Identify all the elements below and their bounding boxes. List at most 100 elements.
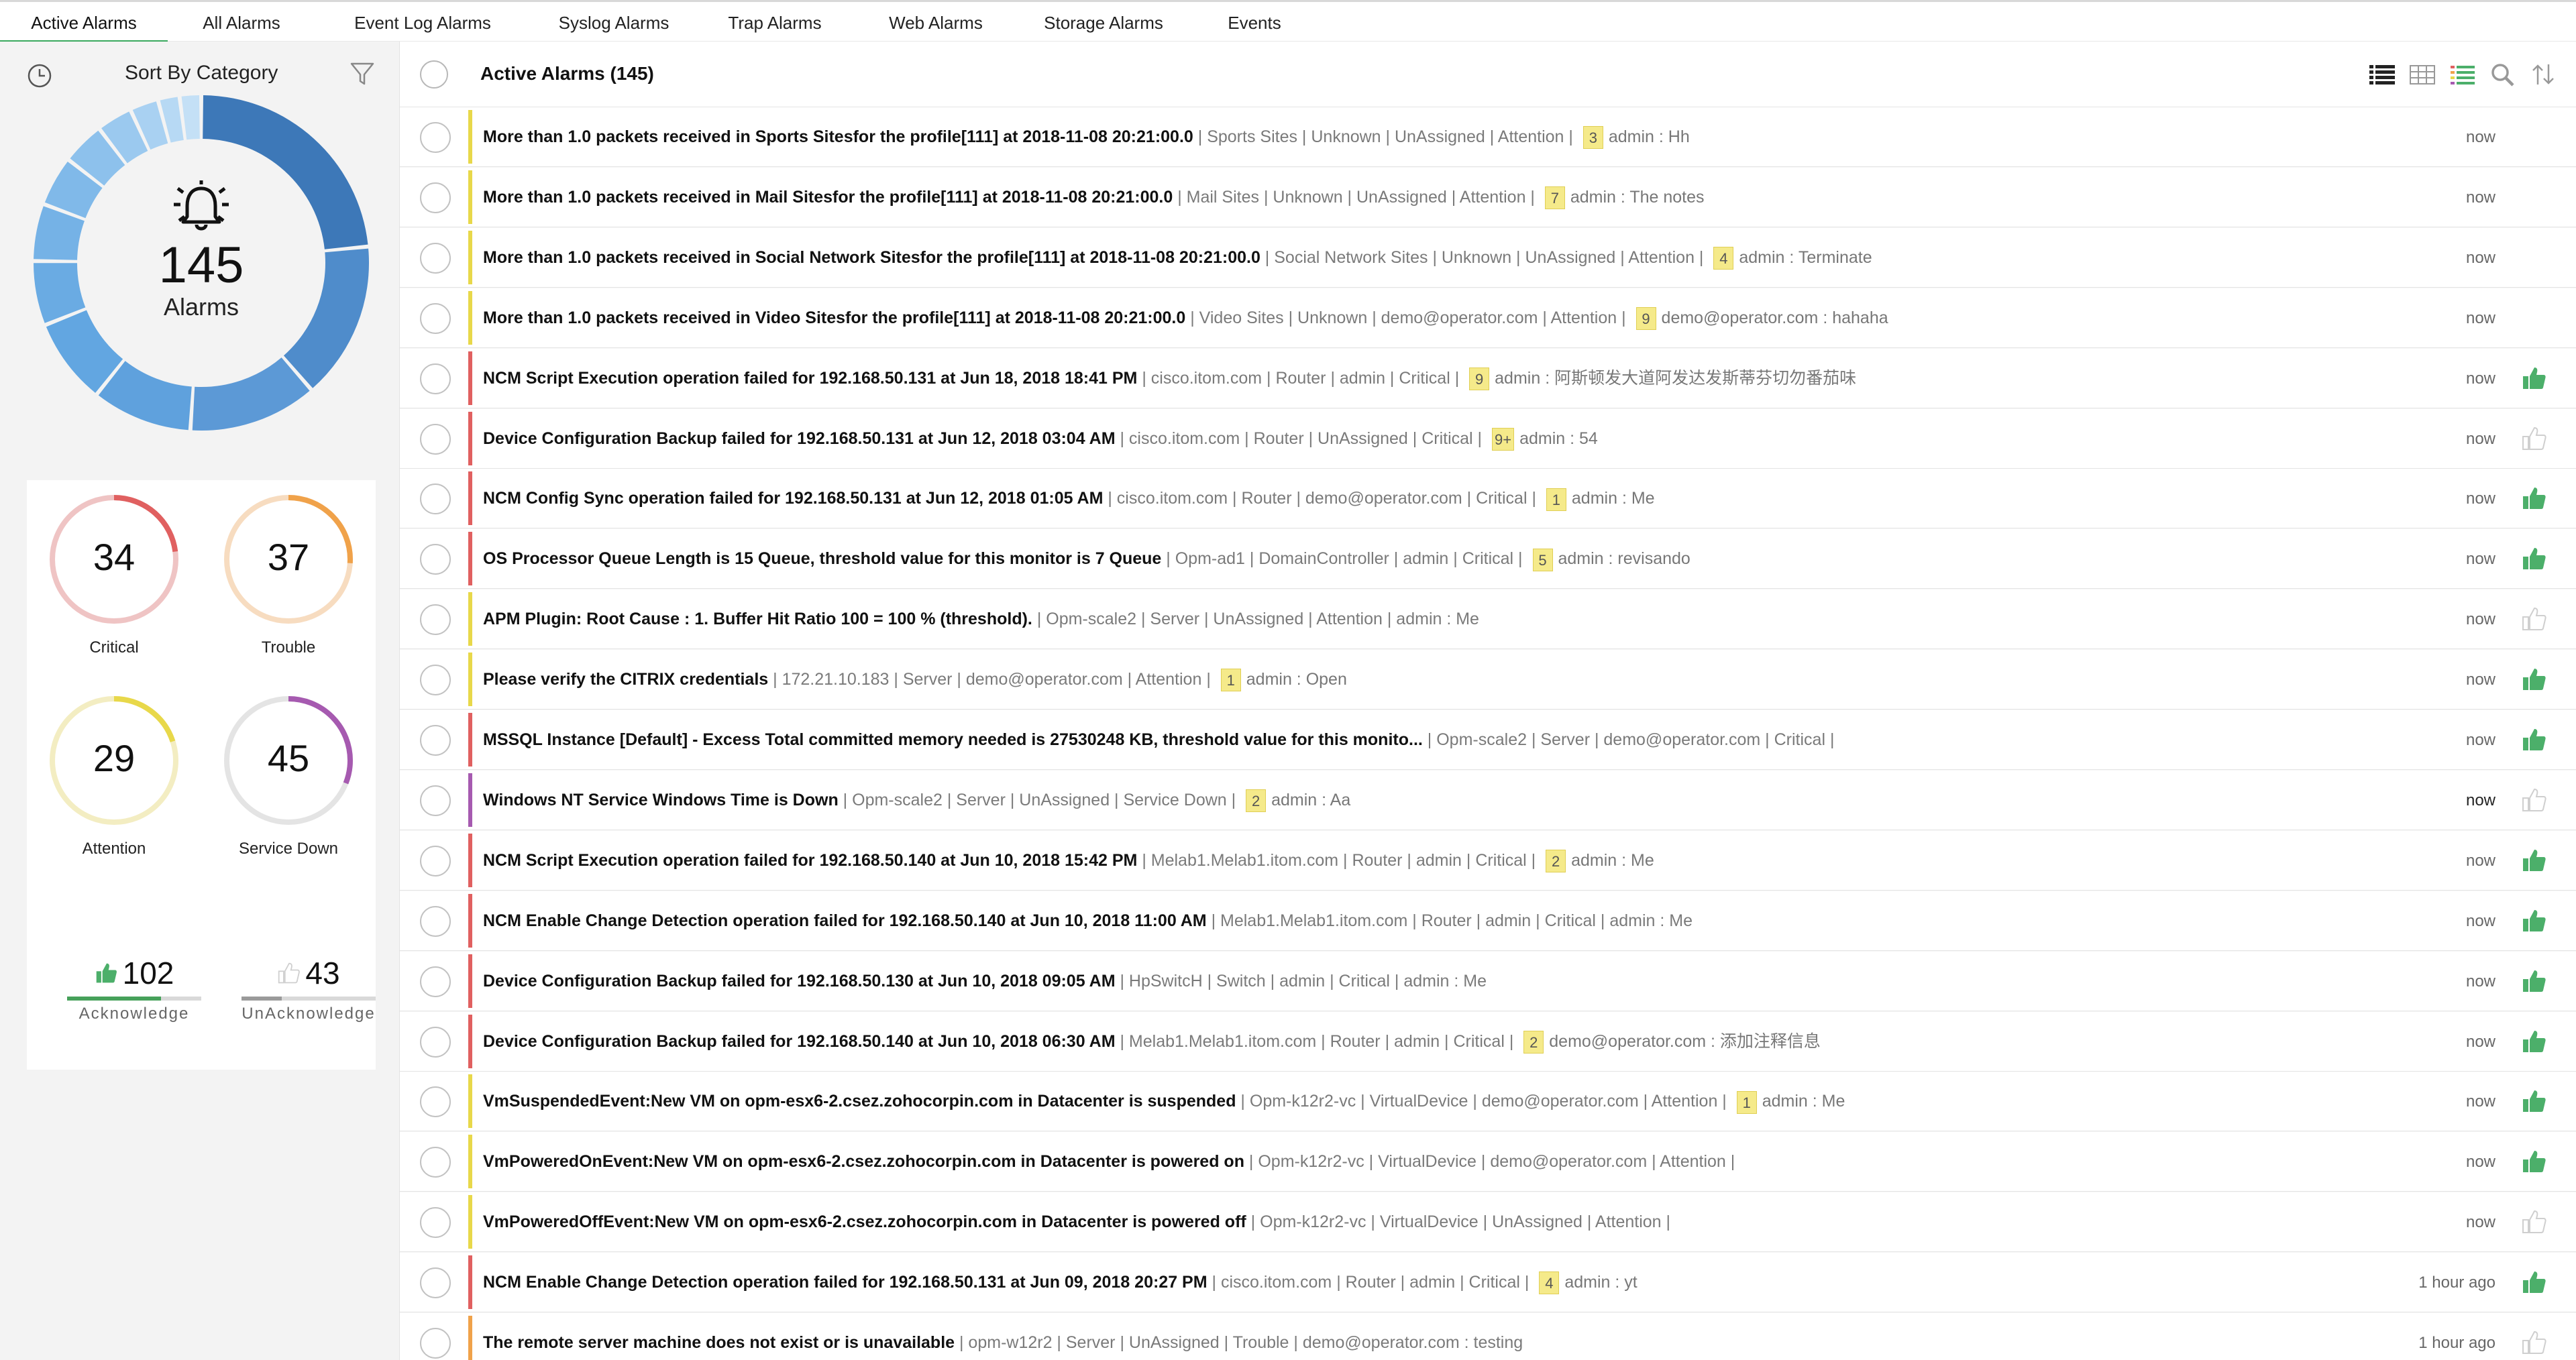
list-view-icon[interactable] bbox=[2368, 62, 2396, 87]
row-checkbox[interactable] bbox=[420, 182, 451, 213]
acknowledged-thumb-icon[interactable] bbox=[2521, 545, 2548, 572]
row-checkbox[interactable] bbox=[420, 966, 451, 997]
acknowledged-thumb-icon[interactable] bbox=[2521, 365, 2548, 392]
acknowledged-thumb-icon[interactable] bbox=[2521, 847, 2548, 874]
unacknowledge-summary[interactable]: 43 UnAcknowledge bbox=[241, 952, 376, 1023]
alarm-message[interactable]: Windows NT Service Windows Time is Down bbox=[483, 791, 839, 809]
acknowledged-thumb-icon[interactable] bbox=[2521, 968, 2548, 995]
alarm-message[interactable]: Device Configuration Backup failed for 1… bbox=[483, 429, 1116, 448]
notes-count-badge[interactable]: 3 bbox=[1582, 126, 1603, 150]
alarm-row[interactable]: NCM Enable Change Detection operation fa… bbox=[400, 891, 2576, 951]
detail-list-icon[interactable] bbox=[2449, 62, 2477, 87]
alarm-message[interactable]: More than 1.0 packets received in Mail S… bbox=[483, 188, 1173, 207]
row-checkbox[interactable] bbox=[420, 242, 451, 274]
alarm-row[interactable]: More than 1.0 packets received in Mail S… bbox=[400, 167, 2576, 227]
notes-count-badge[interactable]: 9+ bbox=[1492, 427, 1515, 451]
tab-active-alarms[interactable]: Active Alarms bbox=[0, 2, 168, 44]
severity-gauge-critical[interactable]: 34 bbox=[47, 492, 181, 626]
alarm-row[interactable]: Device Configuration Backup failed for 1… bbox=[400, 1011, 2576, 1072]
alarm-message[interactable]: NCM Enable Change Detection operation fa… bbox=[483, 1273, 1208, 1292]
row-checkbox[interactable] bbox=[420, 1328, 451, 1359]
alarm-row[interactable]: NCM Enable Change Detection operation fa… bbox=[400, 1253, 2576, 1313]
row-checkbox[interactable] bbox=[420, 725, 451, 756]
notes-count-badge[interactable]: 2 bbox=[1523, 1030, 1544, 1054]
alarm-row[interactable]: More than 1.0 packets received in Sports… bbox=[400, 107, 2576, 167]
severity-gauge-trouble[interactable]: 37 bbox=[221, 492, 356, 626]
alarm-row[interactable]: NCM Script Execution operation failed fo… bbox=[400, 830, 2576, 891]
row-checkbox[interactable] bbox=[420, 302, 451, 334]
alarm-message[interactable]: Device Configuration Backup failed for 1… bbox=[483, 972, 1116, 990]
sort-by-label[interactable]: Sort By Category bbox=[125, 62, 278, 84]
alarm-row[interactable]: VmPoweredOnEvent:New VM on opm-esx6-2.cs… bbox=[400, 1132, 2576, 1192]
acknowledge-thumb-icon[interactable] bbox=[2521, 1329, 2548, 1356]
alarm-message[interactable]: More than 1.0 packets received in Video … bbox=[483, 308, 1185, 327]
row-checkbox[interactable] bbox=[420, 423, 451, 455]
notes-count-badge[interactable]: 1 bbox=[1736, 1090, 1757, 1114]
row-checkbox[interactable] bbox=[420, 1086, 451, 1118]
alarm-message[interactable]: NCM Script Execution operation failed fo… bbox=[483, 851, 1137, 870]
acknowledged-thumb-icon[interactable] bbox=[2521, 1148, 2548, 1175]
alarm-row[interactable]: MSSQL Instance [Default] - Excess Total … bbox=[400, 710, 2576, 770]
row-checkbox[interactable] bbox=[420, 484, 451, 515]
row-checkbox[interactable] bbox=[420, 1147, 451, 1178]
acknowledge-thumb-icon[interactable] bbox=[2521, 606, 2548, 632]
alarm-message[interactable]: The remote server machine does not exist… bbox=[483, 1333, 955, 1352]
tab-syslog-alarms[interactable]: Syslog Alarms bbox=[530, 2, 698, 42]
alarm-row[interactable]: NCM Config Sync operation failed for 192… bbox=[400, 469, 2576, 529]
sort-icon[interactable] bbox=[2529, 62, 2557, 87]
alarm-row[interactable]: OS Processor Queue Length is 15 Queue, t… bbox=[400, 529, 2576, 589]
notes-count-badge[interactable]: 4 bbox=[1539, 1271, 1560, 1295]
notes-count-badge[interactable]: 1 bbox=[1220, 669, 1241, 692]
acknowledged-thumb-icon[interactable] bbox=[2521, 907, 2548, 934]
tab-trap-alarms[interactable]: Trap Alarms bbox=[698, 2, 852, 42]
acknowledge-thumb-icon[interactable] bbox=[2521, 425, 2548, 452]
alarm-row[interactable]: VmPoweredOffEvent:New VM on opm-esx6-2.c… bbox=[400, 1192, 2576, 1253]
alarm-row[interactable]: Device Configuration Backup failed for 1… bbox=[400, 408, 2576, 469]
notes-count-badge[interactable]: 9 bbox=[1635, 307, 1656, 331]
notes-count-badge[interactable]: 4 bbox=[1713, 247, 1734, 270]
alarm-message[interactable]: VmPoweredOffEvent:New VM on opm-esx6-2.c… bbox=[483, 1212, 1246, 1231]
row-checkbox[interactable] bbox=[420, 845, 451, 876]
row-checkbox[interactable] bbox=[420, 1026, 451, 1058]
alarm-message[interactable]: Device Configuration Backup failed for 1… bbox=[483, 1032, 1116, 1051]
alarm-message[interactable]: More than 1.0 packets received in Sports… bbox=[483, 127, 1193, 146]
alarm-message[interactable]: VmPoweredOnEvent:New VM on opm-esx6-2.cs… bbox=[483, 1152, 1244, 1171]
acknowledge-thumb-icon[interactable] bbox=[2521, 1208, 2548, 1235]
alarm-message[interactable]: More than 1.0 packets received in Social… bbox=[483, 248, 1260, 267]
acknowledge-thumb-icon[interactable] bbox=[2521, 787, 2548, 813]
acknowledged-thumb-icon[interactable] bbox=[2521, 1028, 2548, 1055]
alarm-row[interactable]: Device Configuration Backup failed for 1… bbox=[400, 951, 2576, 1011]
alarm-row[interactable]: The remote server machine does not exist… bbox=[400, 1313, 2576, 1360]
severity-gauge-attention[interactable]: 29 bbox=[47, 693, 181, 828]
row-checkbox[interactable] bbox=[420, 363, 451, 394]
tab-event-log-alarms[interactable]: Event Log Alarms bbox=[315, 2, 530, 42]
acknowledged-thumb-icon[interactable] bbox=[2521, 666, 2548, 693]
notes-count-badge[interactable]: 2 bbox=[1546, 850, 1566, 873]
alarm-message[interactable]: NCM Enable Change Detection operation fa… bbox=[483, 911, 1207, 930]
alarm-row[interactable]: VmSuspendedEvent:New VM on opm-esx6-2.cs… bbox=[400, 1072, 2576, 1132]
alarm-row[interactable]: More than 1.0 packets received in Video … bbox=[400, 288, 2576, 348]
row-checkbox[interactable] bbox=[420, 122, 451, 153]
grid-view-icon[interactable] bbox=[2408, 62, 2436, 87]
alarm-message[interactable]: APM Plugin: Root Cause : 1. Buffer Hit R… bbox=[483, 610, 1032, 628]
alarm-row[interactable]: More than 1.0 packets received in Social… bbox=[400, 227, 2576, 288]
filter-icon[interactable] bbox=[349, 60, 376, 87]
acknowledged-thumb-icon[interactable] bbox=[2521, 726, 2548, 753]
row-checkbox[interactable] bbox=[420, 1267, 451, 1299]
total-alarms-donut[interactable]: 145 Alarms bbox=[34, 95, 369, 431]
notes-count-badge[interactable]: 7 bbox=[1544, 186, 1565, 210]
alarm-message[interactable]: OS Processor Queue Length is 15 Queue, t… bbox=[483, 549, 1161, 568]
acknowledged-thumb-icon[interactable] bbox=[2521, 1088, 2548, 1115]
notes-count-badge[interactable]: 2 bbox=[1246, 789, 1267, 813]
tab-all-alarms[interactable]: All Alarms bbox=[168, 2, 315, 42]
alarm-message[interactable]: NCM Config Sync operation failed for 192… bbox=[483, 489, 1103, 508]
tab-web-alarms[interactable]: Web Alarms bbox=[852, 2, 1020, 42]
notes-count-badge[interactable]: 9 bbox=[1469, 367, 1490, 390]
row-checkbox[interactable] bbox=[420, 544, 451, 575]
row-checkbox[interactable] bbox=[420, 1207, 451, 1239]
alarm-row[interactable]: APM Plugin: Root Cause : 1. Buffer Hit R… bbox=[400, 589, 2576, 650]
severity-gauge-service-down[interactable]: 45 bbox=[221, 693, 356, 828]
alarm-message[interactable]: Please verify the CITRIX credentials bbox=[483, 670, 768, 689]
row-checkbox[interactable] bbox=[420, 905, 451, 937]
acknowledge-summary[interactable]: 102 Acknowledge bbox=[67, 952, 201, 1023]
